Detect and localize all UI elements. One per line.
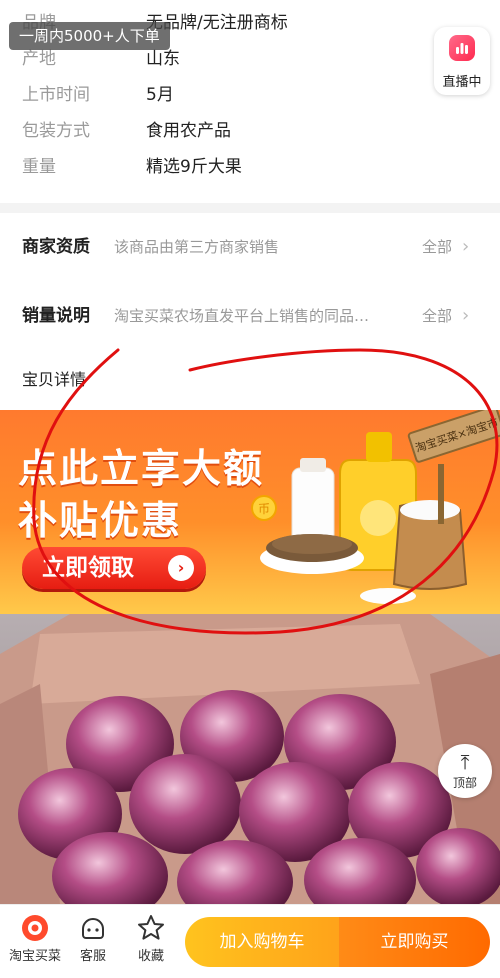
customer-service-icon (82, 918, 104, 939)
bottom-action-bar: 淘宝买菜 客服 收藏 加入购物车 立即购买 (0, 904, 500, 978)
add-to-cart-label: 加入购物车 (219, 932, 305, 952)
info-title: 销量说明 (22, 306, 90, 326)
spec-value: 精选9斤大果 (146, 157, 242, 177)
sales-note-row[interactable]: 销量说明 淘宝买菜农场直发平台上销售的同品… 全部 › (0, 292, 500, 340)
spec-row-launch-time: 上市时间 5月 (0, 77, 500, 113)
onions-photo (0, 614, 500, 904)
claim-button-label: 立即领取 (42, 555, 134, 581)
spec-row-weight: 重量 精选9斤大果 (0, 149, 500, 185)
buy-now-label: 立即购买 (380, 932, 449, 952)
nav-label: 客服 (79, 949, 106, 964)
arrow-up-icon: ⤒ (460, 750, 470, 774)
subsidy-promo-banner[interactable]: 点此立享大额 补贴优惠 立即领取 › 币 淘宝买菜×淘宝市 (0, 410, 500, 614)
add-to-cart-button[interactable]: 加入购物车 (185, 917, 339, 967)
info-more: 全部 (422, 307, 453, 325)
chevron-right-circle-icon: › (168, 555, 194, 581)
spec-row-packaging: 包装方式 食用农产品 (0, 113, 500, 149)
spec-label: 重量 (22, 157, 56, 177)
buy-now-button[interactable]: 立即购买 (339, 917, 490, 967)
spec-label: 包装方式 (22, 121, 90, 141)
live-label: 直播中 (442, 75, 482, 90)
back-to-top-button[interactable]: ⤒ 顶部 (438, 744, 492, 798)
info-more: 全部 (422, 238, 453, 256)
nav-customer-service[interactable]: 客服 (60, 913, 126, 964)
svg-text:币: 币 (258, 502, 270, 516)
live-stream-button[interactable]: 直播中 (434, 27, 490, 95)
chevron-right-icon: › (462, 305, 470, 326)
spec-value: 食用农产品 (146, 121, 231, 141)
section-divider (0, 203, 500, 213)
star-icon (138, 915, 164, 940)
order-count-toast: 一周内5000+人下单 (9, 22, 170, 50)
store-logo-icon (22, 915, 48, 941)
nav-store[interactable]: 淘宝买菜 (2, 913, 68, 964)
nav-label: 收藏 (137, 949, 164, 964)
banner-headline: 点此立享大额 (18, 447, 265, 492)
live-icon (449, 35, 475, 61)
nav-label: 淘宝买菜 (8, 949, 61, 964)
product-image[interactable] (0, 614, 500, 904)
spec-value: 5月 (146, 85, 174, 105)
info-title: 商家资质 (22, 237, 90, 257)
product-detail-title: 宝贝详情 (22, 370, 87, 389)
nav-favorite[interactable]: 收藏 (118, 913, 184, 964)
info-desc: 淘宝买菜农场直发平台上销售的同品… (114, 307, 370, 325)
back-to-top-label: 顶部 (452, 776, 477, 790)
merchant-qualification-row[interactable]: 商家资质 该商品由第三方商家销售 全部 › (0, 223, 500, 271)
banner-subheadline: 补贴优惠 (18, 499, 183, 544)
spec-label: 上市时间 (22, 85, 90, 105)
chevron-right-icon: › (462, 236, 470, 257)
groceries-illustration: 币 淘宝买菜×淘宝市 (251, 410, 500, 604)
info-desc: 该商品由第三方商家销售 (114, 238, 280, 256)
claim-now-button[interactable]: 立即领取 › (22, 547, 206, 589)
